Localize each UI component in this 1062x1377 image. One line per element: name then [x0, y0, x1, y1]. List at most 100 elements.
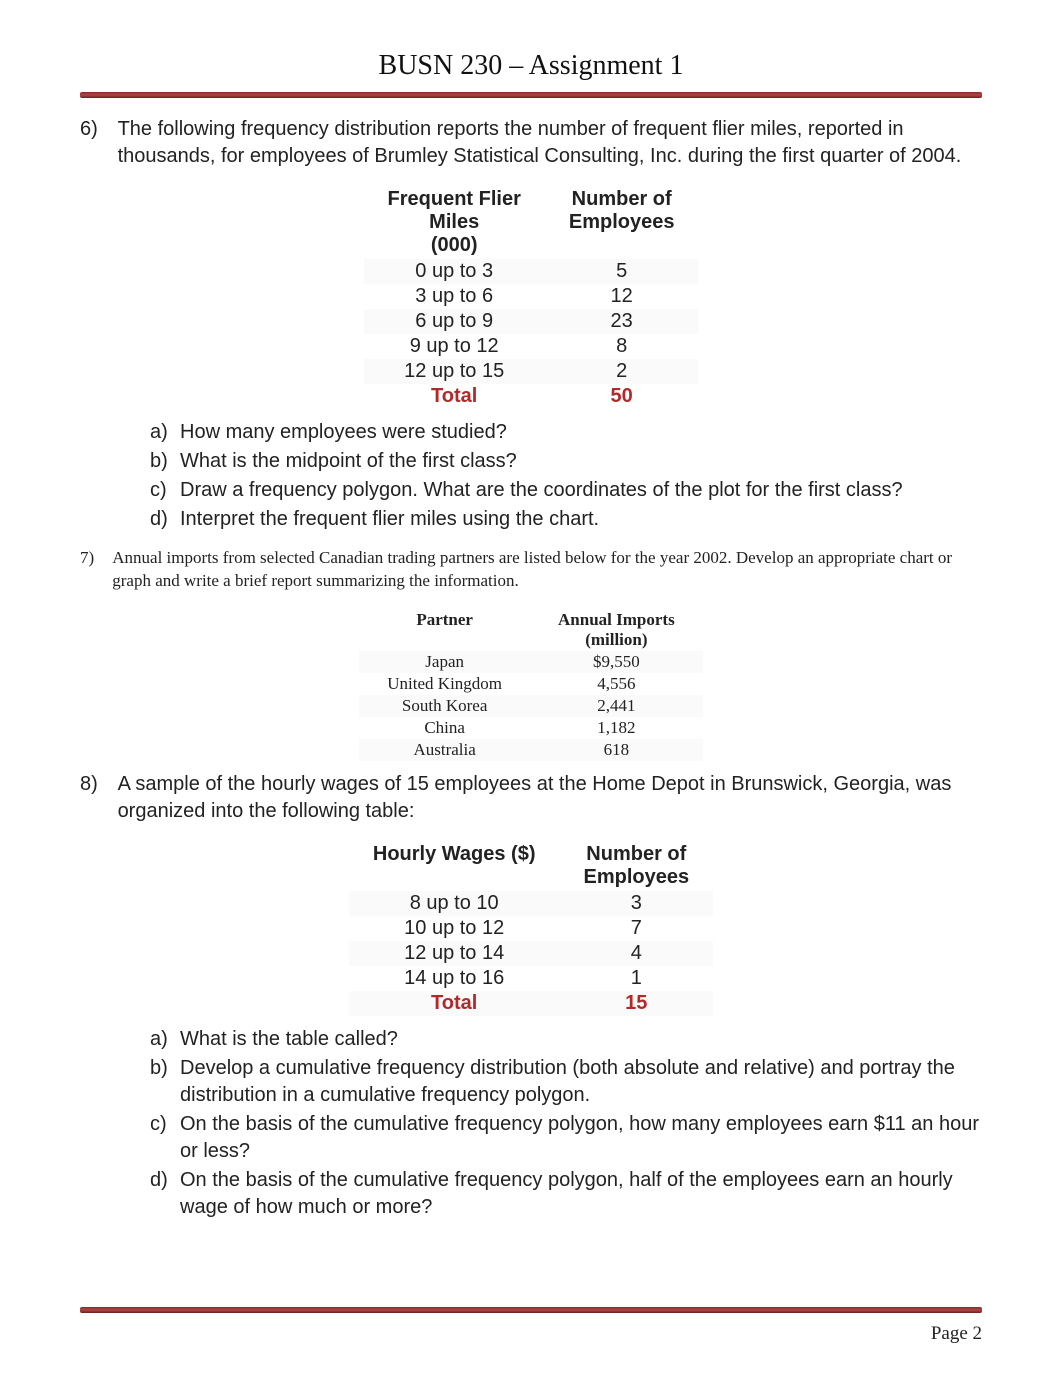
- header-line: (million): [585, 630, 647, 649]
- sub-d: d)Interpret the frequent flier miles usi…: [150, 506, 982, 533]
- cell: 7: [560, 916, 714, 941]
- total-value: 50: [545, 384, 699, 409]
- cell: 14 up to 16: [349, 966, 560, 991]
- page: BUSN 230 – Assignment 1 6) The following…: [0, 0, 1062, 1377]
- question-6: 6) The following frequency distribution …: [80, 116, 982, 170]
- q7-table: Partner Annual Imports (million) Japan$9…: [359, 609, 702, 761]
- table-total-row: Total50: [364, 384, 699, 409]
- q6-subquestions: a)How many employees were studied? b)Wha…: [150, 419, 982, 533]
- header-rule: [80, 92, 982, 98]
- question-number: 7): [80, 547, 108, 570]
- q8-table: Hourly Wages ($) Number of Employees 8 u…: [349, 841, 713, 1016]
- table-row: 12 up to 152: [364, 359, 699, 384]
- sub-text: On the basis of the cumulative frequency…: [180, 1167, 982, 1221]
- cell: 23: [545, 309, 699, 334]
- cell: 0 up to 3: [364, 259, 545, 284]
- table-row: 8 up to 103: [349, 891, 713, 916]
- table-row: 9 up to 128: [364, 334, 699, 359]
- sub-d: d)On the basis of the cumulative frequen…: [150, 1167, 982, 1221]
- question-text: Annual imports from selected Canadian tr…: [112, 547, 974, 593]
- sub-label: c): [150, 477, 180, 504]
- cell: 3: [560, 891, 714, 916]
- cell: Australia: [359, 739, 530, 761]
- cell: 3 up to 6: [364, 284, 545, 309]
- sub-c: c)Draw a frequency polygon. What are the…: [150, 477, 982, 504]
- cell: 10 up to 12: [349, 916, 560, 941]
- table-row: 0 up to 35: [364, 259, 699, 284]
- table-row: 6 up to 923: [364, 309, 699, 334]
- header-line: Number of: [586, 843, 686, 865]
- sub-a: a)What is the table called?: [150, 1026, 982, 1053]
- header-line: Employees: [584, 866, 690, 888]
- q6-col2-header: Number of Employees: [545, 186, 699, 259]
- cell: 8 up to 10: [349, 891, 560, 916]
- sub-label: b): [150, 1055, 180, 1109]
- cell: $9,550: [530, 651, 703, 673]
- cell: 6 up to 9: [364, 309, 545, 334]
- cell: 2: [545, 359, 699, 384]
- table-row: South Korea2,441: [359, 695, 702, 717]
- sub-text: Develop a cumulative frequency distribut…: [180, 1055, 982, 1109]
- sub-label: a): [150, 1026, 180, 1053]
- question-number: 6): [80, 116, 112, 143]
- question-number: 8): [80, 771, 112, 798]
- cell: South Korea: [359, 695, 530, 717]
- sub-text: Draw a frequency polygon. What are the c…: [180, 477, 982, 504]
- sub-text: On the basis of the cumulative frequency…: [180, 1111, 982, 1165]
- cell: 12 up to 14: [349, 941, 560, 966]
- cell: 618: [530, 739, 703, 761]
- total-label: Total: [349, 991, 560, 1016]
- sub-c: c)On the basis of the cumulative frequen…: [150, 1111, 982, 1165]
- table-row: United Kingdom4,556: [359, 673, 702, 695]
- question-8: 8) A sample of the hourly wages of 15 em…: [80, 771, 982, 825]
- q6-col1-header: Frequent Flier Miles (000): [364, 186, 545, 259]
- page-title: BUSN 230 – Assignment 1: [80, 50, 982, 82]
- cell: 4,556: [530, 673, 703, 695]
- sub-label: b): [150, 448, 180, 475]
- cell: 1,182: [530, 717, 703, 739]
- header-line: Number of: [572, 188, 672, 210]
- sub-label: d): [150, 506, 180, 533]
- sub-b: b)What is the midpoint of the first clas…: [150, 448, 982, 475]
- header-line: Miles: [429, 211, 479, 233]
- q8-col2-header: Number of Employees: [560, 841, 714, 891]
- sub-text: Interpret the frequent flier miles using…: [180, 506, 982, 533]
- q7-col2-header: Annual Imports (million): [530, 609, 703, 651]
- table-row: 14 up to 161: [349, 966, 713, 991]
- cell: 5: [545, 259, 699, 284]
- footer-rule: [80, 1307, 982, 1313]
- cell: United Kingdom: [359, 673, 530, 695]
- sub-label: a): [150, 419, 180, 446]
- header-line: (000): [431, 234, 478, 256]
- cell: 2,441: [530, 695, 703, 717]
- table-row: 3 up to 612: [364, 284, 699, 309]
- sub-text: What is the midpoint of the first class?: [180, 448, 982, 475]
- sub-label: c): [150, 1111, 180, 1165]
- table-row: Japan$9,550: [359, 651, 702, 673]
- header-line: Frequent Flier: [388, 188, 521, 210]
- sub-b: b)Develop a cumulative frequency distrib…: [150, 1055, 982, 1109]
- cell: 8: [545, 334, 699, 359]
- cell: China: [359, 717, 530, 739]
- q8-subquestions: a)What is the table called? b)Develop a …: [150, 1026, 982, 1221]
- cell: 12 up to 15: [364, 359, 545, 384]
- cell: Japan: [359, 651, 530, 673]
- table-row: Australia618: [359, 739, 702, 761]
- table-total-row: Total15: [349, 991, 713, 1016]
- q7-col1-header: Partner: [359, 609, 530, 651]
- cell: 1: [560, 966, 714, 991]
- question-7: 7) Annual imports from selected Canadian…: [80, 547, 982, 593]
- q6-table: Frequent Flier Miles (000) Number of Emp…: [364, 186, 699, 409]
- sub-a: a)How many employees were studied?: [150, 419, 982, 446]
- table-row: 12 up to 144: [349, 941, 713, 966]
- header-line: Employees: [569, 211, 675, 233]
- question-text: The following frequency distribution rep…: [118, 116, 980, 170]
- cell: 4: [560, 941, 714, 966]
- page-number: Page 2: [931, 1323, 982, 1345]
- header-line: Annual Imports: [558, 610, 675, 629]
- q8-col1-header: Hourly Wages ($): [349, 841, 560, 891]
- sub-label: d): [150, 1167, 180, 1221]
- table-row: China1,182: [359, 717, 702, 739]
- table-row: 10 up to 127: [349, 916, 713, 941]
- cell: 9 up to 12: [364, 334, 545, 359]
